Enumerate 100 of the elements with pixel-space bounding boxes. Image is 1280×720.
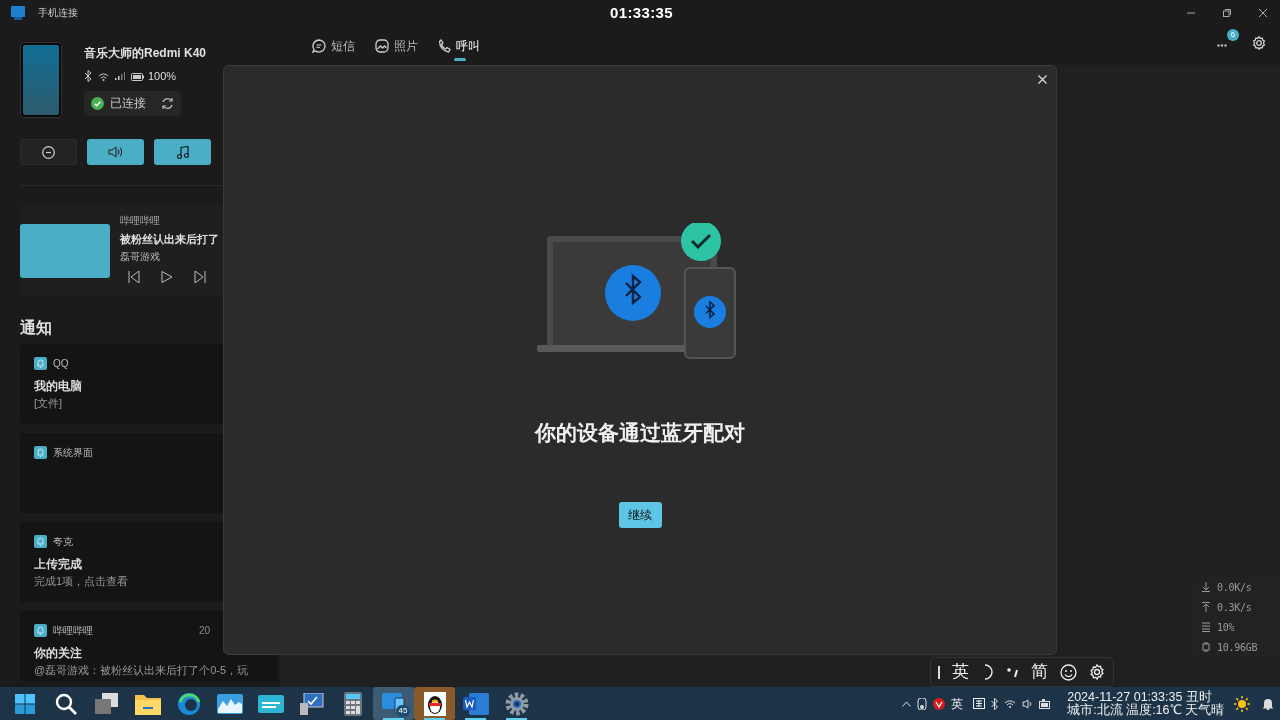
check-icon	[91, 96, 104, 110]
notification-app-name: 夸克	[53, 535, 73, 549]
monitor-reading: 10.96GB	[1217, 640, 1258, 655]
taskbar-app-button[interactable]: 45	[373, 687, 414, 720]
chart-window-icon	[216, 693, 243, 714]
taskbar-app-button[interactable]	[414, 687, 455, 720]
smiley-icon	[1060, 663, 1077, 681]
window-title: 手机连接	[38, 6, 78, 20]
connection-status: 已连接	[84, 94, 153, 112]
folder-icon	[134, 692, 161, 715]
speaker-icon	[108, 146, 123, 158]
download-arrow-icon	[1202, 582, 1210, 592]
battery-icon	[131, 71, 144, 81]
wifi-icon	[1004, 699, 1017, 708]
notification-badge: 6	[1227, 28, 1239, 41]
notification-text: [文件]	[34, 396, 64, 411]
phone-screen-icon	[381, 692, 406, 715]
penguin-icon	[423, 691, 446, 716]
close-button[interactable]	[1036, 73, 1048, 85]
bell-icon	[34, 446, 47, 459]
device-name: 音乐大师的Redmi K40	[84, 45, 207, 62]
music-toggle[interactable]	[154, 139, 211, 165]
sun-icon	[1234, 695, 1250, 712]
document-w-icon	[462, 692, 489, 715]
bell-icon	[34, 535, 47, 548]
close-icon	[1259, 8, 1267, 17]
calculator-icon	[343, 691, 362, 716]
swirl-logo-icon	[176, 691, 201, 716]
media-artist: 磊哥游戏	[120, 250, 161, 265]
monitor-reading: 0.0K/s	[1217, 580, 1252, 595]
computer-icon	[299, 692, 324, 715]
notification-app-name: QQ	[53, 357, 69, 371]
search-icon	[54, 692, 77, 715]
music-note-icon	[176, 145, 189, 159]
next-icon	[194, 271, 206, 284]
show-hidden-icons-button[interactable]	[902, 700, 912, 707]
chat-bubble-icon	[312, 38, 326, 53]
app-icon	[10, 5, 26, 20]
notification-text: 完成1项，点击查看	[34, 574, 130, 589]
app-badge: 45	[396, 705, 410, 717]
refresh-button[interactable]	[161, 96, 174, 110]
battery-level: 100%	[148, 69, 177, 84]
refresh-icon	[161, 96, 174, 110]
play-button[interactable]	[161, 271, 173, 284]
pinyin-keyboard-icon	[973, 698, 986, 709]
punctuation-icon	[1007, 666, 1019, 678]
battery-charging-icon	[1039, 698, 1052, 709]
ime-emoji-button[interactable]	[1060, 663, 1077, 681]
stack-icon	[1202, 622, 1210, 632]
notification-app-name: 系统界面	[53, 446, 93, 460]
media-title: 被粉丝认出来后打了	[120, 231, 219, 247]
upload-arrow-icon	[1202, 602, 1210, 612]
bluetooth-icon	[991, 697, 999, 710]
date-time: 2024-11-27 01:33:35 丑时	[1067, 690, 1212, 704]
continue-button[interactable]: 继续	[618, 501, 662, 528]
play-icon	[161, 271, 173, 284]
speaker-icon	[1022, 698, 1034, 709]
phone-icon	[438, 38, 451, 53]
photo-icon	[375, 38, 389, 53]
clock: 01:33:35	[610, 3, 674, 23]
chevron-up-icon	[902, 700, 912, 707]
next-button[interactable]	[194, 271, 206, 284]
more-icon	[1217, 43, 1227, 47]
touchpad-icon	[917, 697, 928, 710]
previous-button[interactable]	[128, 271, 140, 284]
weather-text: 城市:北流 温度:16℃ 天气晴	[1067, 703, 1224, 717]
signal-icon	[115, 72, 125, 81]
settings-icon	[1089, 664, 1105, 680]
bell-icon	[1262, 697, 1274, 710]
notification-time: 20	[198, 624, 210, 638]
tab[interactable]: 短信	[312, 24, 355, 61]
dialog-heading: 你的设备通过蓝牙配对	[535, 420, 745, 446]
notification-text: @磊哥游戏：被粉丝认出来后打了个0-5，玩	[34, 663, 250, 678]
ime-mode-button[interactable]: 简	[1031, 659, 1048, 685]
bell-icon	[34, 357, 47, 370]
wifi-icon	[98, 71, 109, 81]
notifications-heading: 通知	[20, 318, 53, 338]
ime-punct-button[interactable]	[1007, 666, 1019, 678]
tab[interactable]: 照片	[375, 24, 418, 61]
volume-toggle[interactable]	[87, 139, 144, 165]
tab[interactable]: 呼叫	[438, 24, 480, 61]
notification-title: 我的电脑	[34, 378, 83, 395]
chip-icon	[1202, 642, 1210, 652]
close-icon	[1037, 74, 1047, 84]
ime-gear-button[interactable]	[1089, 664, 1105, 680]
stacked-windows-icon	[94, 692, 119, 715]
settings-button[interactable]	[1252, 35, 1266, 50]
monitor-reading: 0.3K/s	[1217, 600, 1252, 615]
restore-icon	[1223, 8, 1231, 17]
media-app-name: 哔哩哔哩	[120, 213, 161, 228]
settings-icon	[1252, 35, 1266, 50]
gear-icon	[504, 691, 529, 716]
input-language-indicator[interactable]: 英	[951, 694, 964, 713]
notification-app-name: 哔哩哔哩	[53, 624, 93, 638]
notification-title: 你的关注	[34, 645, 83, 662]
keyboard-icon	[257, 694, 284, 713]
do-not-disturb-toggle[interactable]	[20, 139, 77, 165]
notification-title: 上传完成	[34, 556, 83, 573]
windows-logo-icon	[14, 693, 35, 714]
ime-mode-button[interactable]: 英	[952, 659, 969, 685]
